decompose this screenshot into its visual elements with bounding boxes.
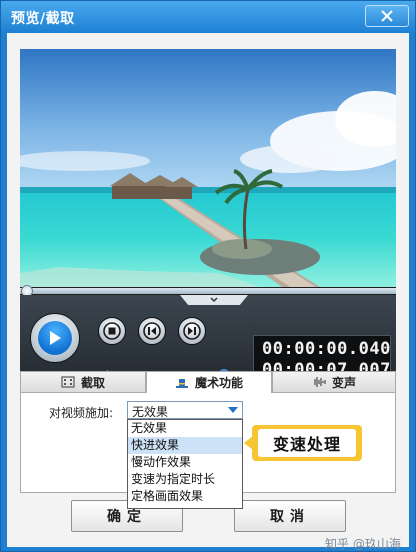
effect-select-value: 无效果 — [132, 405, 169, 419]
annotation-callout: 变速处理 — [244, 425, 362, 461]
cancel-button[interactable]: 取消 — [234, 500, 346, 532]
effect-option-set-duration[interactable]: 变速为指定时长 — [128, 471, 242, 488]
effect-option-fast-forward[interactable]: 快进效果 — [128, 437, 242, 454]
magic-hat-icon — [175, 378, 188, 388]
tab-voice-change[interactable]: 变声 — [272, 371, 396, 393]
effect-option-freeze-frame[interactable]: 定格画面效果 — [128, 488, 242, 505]
current-time: 00:00:00.040 — [262, 339, 391, 359]
tab-cut-label: 截取 — [80, 375, 105, 390]
tab-cut[interactable]: 截取 — [20, 371, 146, 393]
app-window: 预览/截取 00:00:00.040 00:00:07.007 截取 魔术功能 … — [0, 0, 416, 552]
effect-option-slow-motion[interactable]: 慢动作效果 — [128, 454, 242, 471]
function-tabs: 截取 魔术功能 变声 — [20, 371, 396, 394]
effect-select[interactable]: 无效果 — [127, 401, 243, 419]
tab-voice-change-label: 变声 — [331, 375, 356, 390]
play-button[interactable] — [30, 313, 80, 363]
window-title: 预览/截取 — [11, 11, 75, 27]
callout-body: 变速处理 — [258, 429, 356, 457]
timeline-seek-bar[interactable] — [20, 285, 396, 297]
tab-magic-label: 魔术功能 — [194, 376, 243, 390]
next-frame-button[interactable] — [178, 317, 206, 345]
step-back-icon — [143, 322, 161, 340]
tab-magic[interactable]: 魔术功能 — [146, 371, 272, 394]
dropdown-arrow-icon — [228, 407, 238, 413]
stop-icon — [103, 322, 121, 340]
close-icon — [381, 10, 393, 22]
film-cut-icon — [61, 376, 75, 388]
previous-frame-button[interactable] — [138, 317, 166, 345]
effect-dropdown-list: 无效果 快进效果 慢动作效果 变速为指定时长 定格画面效果 — [127, 419, 243, 509]
chevron-down-icon — [210, 297, 218, 303]
dialog-body: 00:00:00.040 00:00:07.007 截取 魔术功能 变声 对视频… — [7, 33, 409, 551]
play-icon — [50, 331, 61, 345]
effect-label: 对视频施加: — [49, 406, 114, 420]
callout-pointer — [244, 436, 253, 450]
callout-text: 变速处理 — [272, 435, 341, 454]
play-button-face — [38, 321, 72, 355]
title-bar[interactable]: 预览/截取 — [1, 1, 415, 33]
timeline-track — [20, 288, 396, 294]
stop-button[interactable] — [98, 317, 126, 345]
step-forward-icon — [183, 322, 201, 340]
video-preview — [20, 49, 396, 287]
effect-option-none[interactable]: 无效果 — [128, 420, 242, 437]
collapse-toggle[interactable] — [180, 295, 248, 305]
waveform-icon — [314, 377, 326, 387]
watermark-text: 知乎 @玖山海 — [325, 537, 401, 551]
close-button[interactable] — [365, 5, 409, 27]
